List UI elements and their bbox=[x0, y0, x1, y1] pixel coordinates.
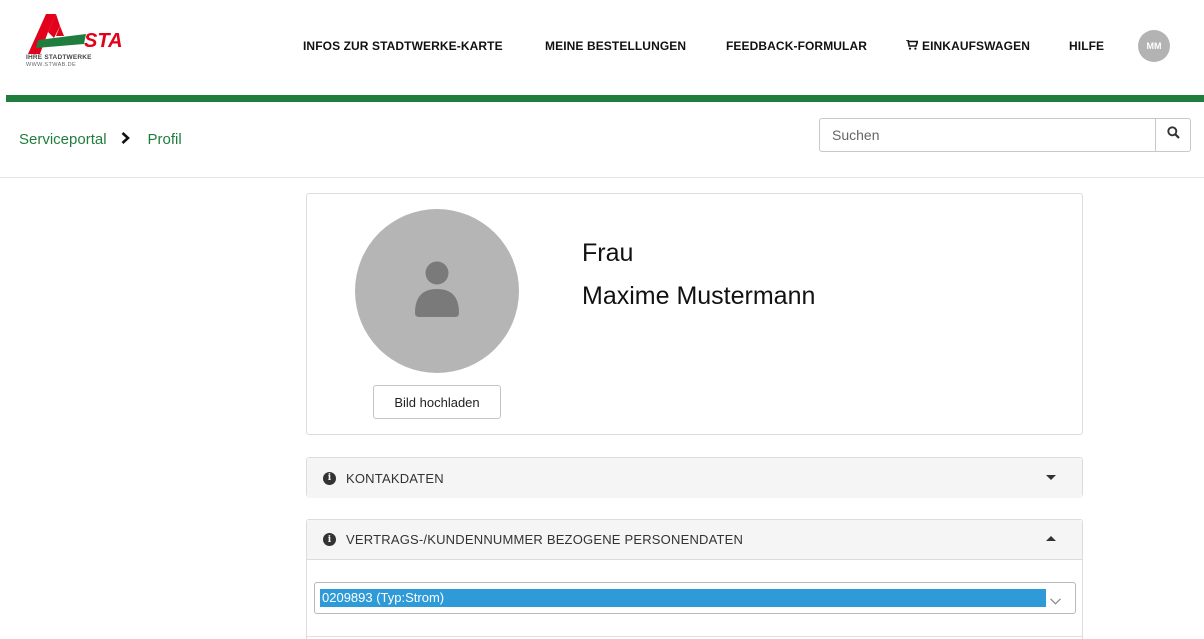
profile-picture bbox=[355, 209, 519, 373]
logo-url: WWW.STWAB.DE bbox=[26, 62, 77, 68]
nav-item-hilfe[interactable]: HILFE bbox=[1069, 39, 1104, 53]
chevron-right-icon bbox=[121, 132, 130, 147]
contract-select-value: 0209893 (Typ:Strom) bbox=[320, 589, 1046, 607]
header: STA IHRE STADTWERKE WWW.STWAB.DE INFOS Z… bbox=[0, 0, 1204, 95]
search-box bbox=[819, 118, 1191, 152]
main-nav: INFOS ZUR STADTWERKE-KARTE MEINE BESTELL… bbox=[0, 39, 1204, 55]
panel-divider bbox=[307, 636, 1082, 637]
chevron-down-icon bbox=[1050, 592, 1061, 610]
info-icon: i bbox=[323, 533, 336, 546]
user-avatar[interactable]: MM bbox=[1138, 30, 1170, 62]
profile-name: Maxime Mustermann bbox=[582, 282, 816, 310]
profile-salutation: Frau bbox=[582, 239, 634, 267]
panel-vertragsdaten-title: VERTRAGS-/KUNDENNUMMER BEZOGENE PERSONEN… bbox=[346, 532, 744, 547]
upload-picture-button[interactable]: Bild hochladen bbox=[373, 385, 501, 419]
panel-kontaktdaten-header[interactable]: i KONTAKDATEN bbox=[307, 458, 1082, 498]
header-accent-bar bbox=[6, 95, 1204, 102]
logo-tagline: IHRE STADTWERKE bbox=[26, 54, 92, 61]
nav-item-einkaufswagen-label: EINKAUFSWAGEN bbox=[922, 39, 1030, 53]
search-button[interactable] bbox=[1155, 119, 1190, 151]
caret-up-icon bbox=[1046, 536, 1056, 541]
search-input[interactable] bbox=[820, 119, 1156, 151]
panel-vertragsdaten: i VERTRAGS-/KUNDENNUMMER BEZOGENE PERSON… bbox=[306, 519, 1083, 639]
breadcrumb-divider bbox=[0, 177, 1204, 178]
panel-vertragsdaten-header[interactable]: i VERTRAGS-/KUNDENNUMMER BEZOGENE PERSON… bbox=[307, 520, 1082, 560]
cart-icon bbox=[906, 39, 919, 53]
caret-down-icon bbox=[1046, 475, 1056, 480]
info-icon: i bbox=[323, 471, 336, 485]
nav-item-feedback-formular[interactable]: FEEDBACK-FORMULAR bbox=[726, 39, 867, 53]
user-icon bbox=[415, 261, 459, 317]
breadcrumb: Serviceportal Profil bbox=[19, 131, 182, 148]
contract-select[interactable]: 0209893 (Typ:Strom) bbox=[314, 582, 1076, 614]
breadcrumb-serviceportal[interactable]: Serviceportal bbox=[19, 131, 107, 148]
nav-item-einkaufswagen[interactable]: EINKAUFSWAGEN bbox=[906, 39, 1030, 53]
breadcrumb-profil[interactable]: Profil bbox=[148, 131, 182, 148]
panel-kontaktdaten: i KONTAKDATEN bbox=[306, 457, 1083, 498]
search-icon bbox=[1166, 126, 1180, 144]
nav-item-stadtwerke-karte[interactable]: INFOS ZUR STADTWERKE-KARTE bbox=[303, 39, 503, 53]
panel-kontaktdaten-title: KONTAKDATEN bbox=[346, 470, 444, 486]
profile-card: Bild hochladen Frau Maxime Mustermann bbox=[306, 193, 1083, 435]
nav-item-meine-bestellungen[interactable]: MEINE BESTELLUNGEN bbox=[545, 39, 686, 53]
